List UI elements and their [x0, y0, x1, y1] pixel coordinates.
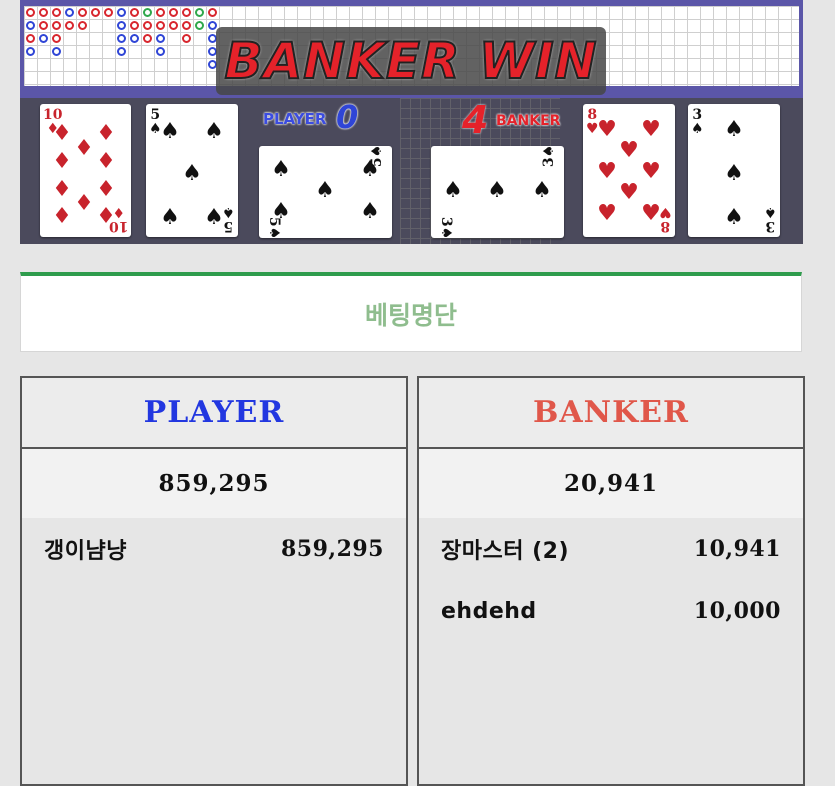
road-bead	[156, 8, 165, 17]
bettor-name: 갱이냠냥	[44, 539, 127, 564]
banker-bets-total: 20,941	[419, 449, 803, 518]
card-table: 10 ♦ ♦ ♦ ♦ ♦ ♦ ♦ ♦ ♦ ♦ ♦ 10 ♦ 5 ♠ ♠ ♠ ♠ ♠ ♠ 5 ♠ 5♠…	[20, 98, 803, 244]
bet-amount: 10,000	[693, 598, 781, 624]
card-corner: 3♠	[540, 144, 557, 168]
road-bead	[130, 8, 139, 17]
road-bead	[52, 34, 61, 43]
card-corner: 3♠	[438, 216, 455, 240]
banker-bets-panel: BANKER 20,941 장마스터 (2) 10,941 ehdehd 10,…	[417, 376, 805, 786]
road-bead	[143, 8, 152, 17]
road-bead	[39, 8, 48, 17]
road-bead	[117, 47, 126, 56]
betting-list-title: 베팅명단	[364, 300, 457, 330]
road-bead	[52, 21, 61, 30]
result-banner: BANKER WIN	[216, 27, 606, 95]
bettor-name: ehdehd	[441, 598, 537, 624]
road-bead	[78, 21, 87, 30]
card-corner: 5♠	[368, 144, 385, 168]
road-bead	[39, 34, 48, 43]
banker-card-3: 3♠ ♠ ♠ ♠ 3♠	[431, 144, 564, 240]
player-card-1: 10 ♦ ♦ ♦ ♦ ♦ ♦ ♦ ♦ ♦ ♦ ♦ 10 ♦	[40, 104, 131, 237]
road-bead	[52, 8, 61, 17]
player-bets-panel: PLAYER 859,295 갱이냠냥 859,295	[20, 376, 408, 786]
player-card-2: 5 ♠ ♠ ♠ ♠ ♠ ♠ 5 ♠	[146, 104, 238, 237]
player-bets-title: PLAYER	[22, 378, 406, 449]
road-bead	[39, 21, 48, 30]
road-bead	[182, 8, 191, 17]
road-bead	[182, 34, 191, 43]
card-corner: 3♠	[764, 204, 777, 234]
banker-bets-title: BANKER	[419, 378, 803, 449]
road-bead	[143, 21, 152, 30]
result-text: BANKER WIN	[223, 31, 598, 91]
road-bead	[182, 21, 191, 30]
card-corner: 5♠	[222, 204, 235, 234]
road-bead	[104, 8, 113, 17]
road-bead	[195, 21, 204, 30]
road-bead	[130, 21, 139, 30]
bet-row: 갱이냠냥 859,295	[22, 518, 406, 580]
baccarat-board: 10 ♦ ♦ ♦ ♦ ♦ ♦ ♦ ♦ ♦ ♦ ♦ 10 ♦ 5 ♠ ♠ ♠ ♠ ♠ ♠ 5 ♠ 5♠…	[20, 0, 803, 244]
player-score: 0	[336, 98, 359, 136]
bet-row: 장마스터 (2) 10,941	[419, 518, 803, 580]
banker-card-1: 8 ♥ ♥ ♥ ♥ ♥ ♥ ♥ ♥ ♥ 8 ♥	[583, 104, 675, 237]
road-bead	[117, 8, 126, 17]
betting-list-header: 베팅명단	[20, 272, 802, 352]
bettor-name: 장마스터 (2)	[441, 539, 570, 564]
road-bead	[169, 8, 178, 17]
road-bead	[156, 21, 165, 30]
road-bead	[117, 21, 126, 30]
road-bead	[26, 8, 35, 17]
bet-amount: 10,941	[693, 536, 781, 562]
road-bead	[26, 21, 35, 30]
road-bead	[143, 34, 152, 43]
road-bead	[195, 8, 204, 17]
road-bead	[130, 34, 139, 43]
player-card-3: 5♠ ♠ ♠ ♠ ♠ ♠ 5♠	[259, 144, 392, 239]
road-bead	[156, 47, 165, 56]
road-bead	[91, 8, 100, 17]
road-bead	[26, 34, 35, 43]
road-bead	[117, 34, 126, 43]
road-bead	[65, 21, 74, 30]
banker-card-2: 3 ♠ ♠ ♠ ♠ 3 ♠	[688, 104, 780, 237]
road-bead	[52, 47, 61, 56]
banker-score: 4	[462, 98, 489, 142]
road-bead	[65, 8, 74, 17]
road-bead	[169, 21, 178, 30]
road-bead	[78, 8, 87, 17]
road-bead	[208, 8, 217, 17]
card-corner: 10 ♦	[108, 204, 128, 234]
card-corner: 8 ♥	[659, 204, 672, 234]
road-bead	[208, 21, 217, 30]
bet-row: ehdehd 10,000	[419, 580, 803, 642]
player-bets-total: 859,295	[22, 449, 406, 518]
banker-score-label: BANKER	[496, 113, 561, 129]
player-score-label: PLAYER	[263, 110, 327, 128]
bet-amount: 859,295	[280, 536, 384, 562]
card-corner: 3♠	[691, 107, 704, 137]
road-bead	[26, 47, 35, 56]
road-bead	[156, 34, 165, 43]
